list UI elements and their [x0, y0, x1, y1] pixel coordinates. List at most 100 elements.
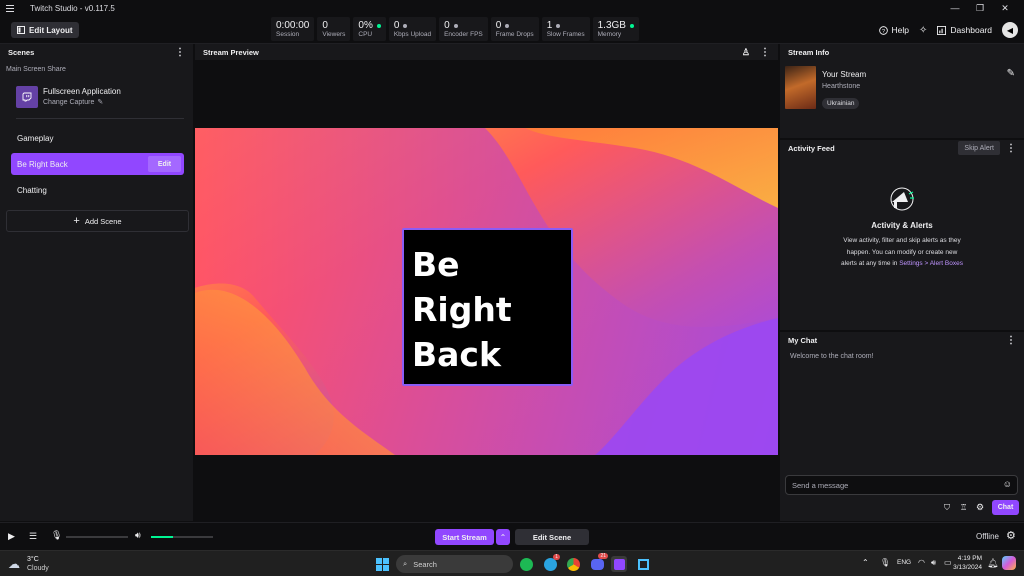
- sparkle-button[interactable]: ✧: [919, 25, 927, 36]
- sparkle-icon: ✧: [919, 24, 928, 36]
- wifi-icon[interactable]: ◠: [918, 558, 925, 567]
- dashboard-button[interactable]: Dashboard: [937, 25, 992, 35]
- weather-desc: Cloudy: [27, 565, 49, 572]
- scene-item-be-right-back[interactable]: Be Right Back Edit: [11, 153, 184, 175]
- windows-start-icon[interactable]: [374, 556, 390, 572]
- stat-value-text: 1: [546, 20, 553, 31]
- activity-header: Activity Feed Skip Alert ⋮: [780, 140, 1024, 156]
- telegram-badge: 1: [553, 554, 560, 560]
- edit-stream-info-icon[interactable]: ✎: [1007, 68, 1015, 79]
- stat-value-text: 0:00:00: [276, 20, 310, 31]
- chevron-up-icon[interactable]: ⌃: [496, 529, 510, 545]
- chat-send-button[interactable]: Chat: [992, 500, 1019, 515]
- scenes-more-icon[interactable]: ⋮: [175, 47, 185, 58]
- scenes-panel: Scenes ⋮ Main Screen Share Fullscreen Ap…: [0, 44, 193, 521]
- preview-more-icon[interactable]: ⋮: [760, 47, 770, 58]
- stat-value-text: 1.3GB: [597, 20, 626, 31]
- stat-memory: 1.3GB Memory: [592, 17, 639, 41]
- language-indicator[interactable]: ENG: [897, 559, 911, 566]
- trophy-icon[interactable]: ♖: [960, 503, 967, 512]
- hamburger-menu-icon[interactable]: [2, 0, 18, 16]
- settings-gear-icon[interactable]: ⚙: [1006, 529, 1016, 542]
- scene-label: Be Right Back: [17, 159, 68, 169]
- microphone-icon[interactable]: 🎙︎: [51, 530, 62, 541]
- twitch-studio-taskbar-icon[interactable]: [611, 556, 627, 572]
- telegram-icon[interactable]: 1: [542, 554, 560, 572]
- scene-label: Chatting: [17, 185, 47, 195]
- stat-frame-drops: 0 Frame Drops: [490, 17, 539, 41]
- source-title: Fullscreen Application: [43, 87, 121, 96]
- change-capture-link[interactable]: Change Capture ✎: [43, 98, 103, 107]
- discord-icon[interactable]: 21: [589, 553, 608, 572]
- stat-label: Kbps Upload: [393, 31, 432, 38]
- brb-card: Be Right Back: [402, 228, 573, 386]
- chat-title: My Chat: [788, 335, 818, 345]
- activity-body-line-2: happen. You can modify or create new: [846, 248, 958, 256]
- activity-feed-panel: Activity Feed Skip Alert ⋮ Activity & Al…: [780, 140, 1024, 330]
- stat-label: Slow Frames: [546, 31, 585, 38]
- add-scene-button[interactable]: + Add Scene: [6, 210, 189, 232]
- tag-badge[interactable]: Ukrainian: [822, 98, 860, 109]
- skip-alert-button[interactable]: Skip Alert: [958, 141, 1000, 155]
- chevron-up-tray-icon[interactable]: ⌃: [862, 558, 869, 567]
- volume-tray-icon[interactable]: 🔊︎: [931, 558, 936, 568]
- status-dot-icon: [556, 23, 561, 28]
- window-title: Twitch Studio - v0.117.5: [30, 3, 115, 13]
- horn-icon: ◀: [1006, 25, 1014, 35]
- scene-item-chatting[interactable]: Chatting: [11, 179, 184, 201]
- close-icon[interactable]: ✕: [990, 0, 1020, 16]
- speaker-icon[interactable]: 🔊︎: [135, 530, 141, 541]
- stream-info-panel: Stream Info Your Stream Hearthstone Ukra…: [780, 44, 1024, 138]
- desktop-volume-slider[interactable]: [151, 536, 213, 538]
- discord-badge: 21: [598, 553, 608, 559]
- stat-value: 0: [322, 20, 345, 31]
- mic-volume-slider[interactable]: [66, 536, 128, 538]
- scene-item-gameplay[interactable]: Gameplay: [11, 127, 184, 149]
- camera-icon[interactable]: ▶: [8, 531, 15, 542]
- weather-temp[interactable]: 3°C: [27, 556, 39, 563]
- edit-layout-button[interactable]: Edit Layout: [11, 22, 79, 38]
- stream-category: Hearthstone: [822, 83, 861, 90]
- person-voice-icon[interactable]: ♙: [742, 47, 750, 58]
- stream-title: Your Stream: [822, 70, 867, 79]
- mixer-settings-icon[interactable]: ☰: [29, 531, 37, 542]
- scene-group-label: Main Screen Share: [6, 66, 66, 73]
- taskbar-search[interactable]: ⌕ Search: [396, 555, 513, 573]
- dashboard-icon: [937, 25, 947, 35]
- profile-avatar[interactable]: ◀: [1002, 22, 1018, 38]
- spotify-icon[interactable]: [518, 556, 534, 572]
- scenes-header: Scenes ⋮: [0, 44, 193, 60]
- stream-info-header: Stream Info: [780, 44, 1024, 60]
- copilot-icon[interactable]: [1002, 556, 1016, 570]
- edit-scene-inline-button[interactable]: Edit: [148, 156, 181, 172]
- help-button[interactable]: ? Help: [878, 25, 909, 35]
- clock-time[interactable]: 4:19 PM: [950, 555, 982, 562]
- emoji-icon[interactable]: ☺: [1003, 479, 1012, 489]
- stat-viewers: 0 Viewers: [317, 17, 351, 41]
- notification-bell-icon[interactable]: 🔔︎: [987, 558, 998, 569]
- stats-bar: 0:00:00 Session 0 Viewers 0% CPU 0 Kbps Upload 0…: [271, 17, 639, 41]
- chat-welcome-message: Welcome to the chat room!: [790, 353, 874, 360]
- chat-input[interactable]: Send a message ☺: [785, 475, 1018, 495]
- shield-icon[interactable]: ⛉: [944, 503, 950, 513]
- edit-scene-button[interactable]: Edit Scene: [515, 529, 589, 545]
- chat-settings-gear-icon[interactable]: ⚙: [976, 502, 984, 513]
- clock-date: 3/13/2024: [953, 564, 982, 571]
- activity-empty-body: View activity, filter and skip alerts as…: [780, 235, 1024, 270]
- app-window-icon[interactable]: [635, 556, 651, 572]
- divider: [16, 118, 184, 119]
- stat-value: 0: [394, 20, 431, 31]
- edit-layout-label: Edit Layout: [29, 25, 73, 35]
- title-bar: Twitch Studio - v0.117.5 — ❐ ✕: [0, 0, 1024, 16]
- settings-alert-boxes-link[interactable]: Settings > Alert Boxes: [899, 260, 963, 267]
- stat-label: Frame Drops: [495, 31, 534, 38]
- stream-info-title: Stream Info: [788, 47, 830, 57]
- cloud-icon: ☁: [8, 557, 20, 571]
- megaphone-icon: [886, 184, 916, 214]
- chat-more-icon[interactable]: ⋮: [1006, 335, 1016, 346]
- start-stream-button[interactable]: Start Stream: [435, 529, 494, 545]
- chrome-icon[interactable]: [565, 556, 581, 572]
- bottom-control-bar: ▶ ☰ 🎙︎ 🔊︎ Start Stream ⌃ Edit Scene Offl…: [0, 522, 1024, 550]
- activity-more-icon[interactable]: ⋮: [1006, 143, 1016, 154]
- tray-mic-icon[interactable]: 🎙︎: [880, 558, 890, 567]
